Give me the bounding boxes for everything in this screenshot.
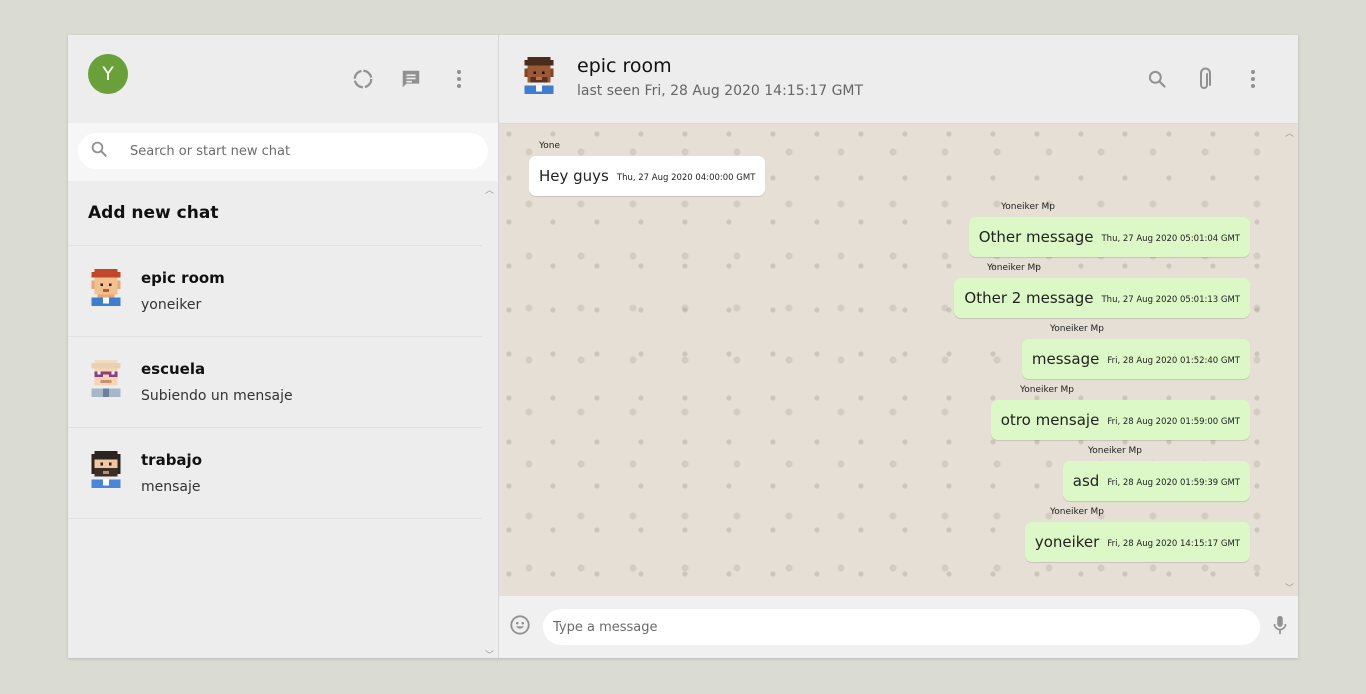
message-text: otro mensaje xyxy=(1000,411,1100,429)
chat-list-item[interactable]: escuela Subiendo un mensaje xyxy=(68,337,482,428)
emoji-icon[interactable] xyxy=(509,614,531,640)
chat-name: escuela xyxy=(141,360,206,378)
chat-info: epic room yoneiker xyxy=(141,269,225,313)
message-text: message xyxy=(1031,350,1100,368)
message-text: asd xyxy=(1072,472,1100,490)
scroll-down-arrow-icon[interactable]: ﹀ xyxy=(485,648,494,661)
new-chat-icon[interactable] xyxy=(398,66,424,92)
room-title: epic room xyxy=(577,55,672,77)
message-time: Fri, 28 Aug 2020 14:15:17 GMT xyxy=(1107,538,1240,549)
message-bubble[interactable]: message Fri, 28 Aug 2020 01:52:40 GMT xyxy=(1021,339,1250,379)
message-time: Thu, 27 Aug 2020 04:00:00 GMT xyxy=(616,172,756,183)
message-sender: Yoneiker Mp xyxy=(1001,202,1056,212)
chat-panel: epic room last seen Fri, 28 Aug 2020 14:… xyxy=(499,35,1298,658)
menu-icon[interactable] xyxy=(446,66,472,92)
message-bubble[interactable]: yoneiker Fri, 28 Aug 2020 14:15:17 GMT xyxy=(1024,522,1250,562)
message-time: Fri, 28 Aug 2020 01:52:40 GMT xyxy=(1107,355,1240,366)
message-scrollbar[interactable]: ︿ ﹀ xyxy=(1284,124,1296,596)
chat-list: Add new chat epic room yoneiker escuela … xyxy=(68,181,482,658)
chat-last-message: mensaje xyxy=(141,479,201,495)
message-sender: Yoneiker Mp xyxy=(1050,507,1105,517)
sidebar-header-icons xyxy=(350,66,472,92)
chat-name: trabajo xyxy=(141,451,202,469)
scroll-up-arrow-icon[interactable]: ︿ xyxy=(1285,126,1294,139)
message-bubble[interactable]: otro mensaje Fri, 28 Aug 2020 01:59:00 G… xyxy=(990,400,1250,440)
message-time: Thu, 27 Aug 2020 05:01:04 GMT xyxy=(1101,233,1240,244)
glasses-man-avatar xyxy=(88,360,124,404)
search-input[interactable] xyxy=(130,143,430,159)
message-area[interactable]: Yone Hey guys Thu, 27 Aug 2020 04:00:00 … xyxy=(499,124,1298,596)
message-sender: Yoneiker Mp xyxy=(1020,385,1075,395)
scroll-up-arrow-icon[interactable]: ︿ xyxy=(485,183,494,196)
message-text: Other message xyxy=(978,228,1094,246)
chat-info: escuela Subiendo un mensaje xyxy=(141,360,293,404)
last-seen-text: last seen Fri, 28 Aug 2020 14:15:17 GMT xyxy=(577,83,864,99)
chat-last-message: Subiendo un mensaje xyxy=(141,388,293,404)
message-bubble[interactable]: Hey guys Thu, 27 Aug 2020 04:00:00 GMT xyxy=(529,156,766,196)
message-text: Other 2 message xyxy=(964,289,1094,307)
add-new-chat-button[interactable]: Add new chat xyxy=(68,181,482,246)
search-icon xyxy=(90,140,108,162)
message-sender: Yoneiker Mp xyxy=(987,263,1042,273)
message-time: Fri, 28 Aug 2020 01:59:00 GMT xyxy=(1107,416,1240,427)
bearded-man-avatar xyxy=(88,451,124,495)
chat-header-icons xyxy=(1144,66,1266,92)
chat-list-item[interactable]: epic room yoneiker xyxy=(68,246,482,337)
message-text: Hey guys xyxy=(539,167,609,185)
status-icon[interactable] xyxy=(350,66,376,92)
search-box xyxy=(78,133,488,169)
message-sender: Yoneiker Mp xyxy=(1088,446,1143,456)
chat-header: epic room last seen Fri, 28 Aug 2020 14:… xyxy=(499,35,1298,124)
attach-icon[interactable] xyxy=(1192,66,1218,92)
chat-header-info[interactable]: epic room last seen Fri, 28 Aug 2020 14:… xyxy=(577,55,863,99)
sidebar: Y Search or start new chat Add new chat … xyxy=(68,35,499,661)
search-bar xyxy=(68,123,498,181)
message-composer xyxy=(499,596,1298,658)
whatsapp-clone-window: Y Search or start new chat Add new chat … xyxy=(68,35,1298,661)
chat-info: trabajo mensaje xyxy=(141,451,202,495)
menu-icon[interactable] xyxy=(1240,66,1266,92)
chat-last-message: yoneiker xyxy=(141,297,202,313)
user-avatar[interactable]: Y xyxy=(88,54,128,94)
scroll-down-arrow-icon[interactable]: ﹀ xyxy=(1285,581,1294,594)
message-bubble[interactable]: Other message Thu, 27 Aug 2020 05:01:04 … xyxy=(968,217,1250,257)
message-text: yoneiker xyxy=(1034,533,1100,551)
message-sender: Yone xyxy=(539,141,561,151)
message-time: Fri, 28 Aug 2020 01:59:39 GMT xyxy=(1107,477,1240,488)
ginger-man-avatar xyxy=(88,269,124,313)
chat-list-item[interactable]: trabajo mensaje xyxy=(68,428,482,519)
search-icon[interactable] xyxy=(1144,66,1170,92)
message-bubble[interactable]: asd Fri, 28 Aug 2020 01:59:39 GMT xyxy=(1062,461,1250,501)
chat-name: epic room xyxy=(141,269,225,287)
message-sender: Yoneiker Mp xyxy=(1050,324,1105,334)
message-input[interactable] xyxy=(543,609,1260,645)
message-time: Thu, 27 Aug 2020 05:01:13 GMT xyxy=(1101,294,1240,305)
room-avatar[interactable] xyxy=(521,57,557,101)
sidebar-scrollbar[interactable]: ︿ ﹀ xyxy=(484,183,496,661)
microphone-icon[interactable] xyxy=(1272,614,1288,640)
sidebar-header: Y xyxy=(68,35,498,123)
message-bubble[interactable]: Other 2 message Thu, 27 Aug 2020 05:01:1… xyxy=(954,278,1250,318)
